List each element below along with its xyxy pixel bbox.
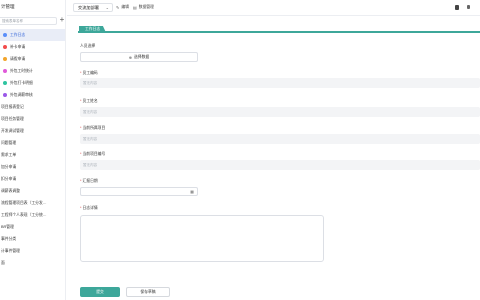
sidebar-item[interactable]: 补卡申请 <box>0 41 65 53</box>
form-dot-icon <box>3 57 7 61</box>
project-placeholder: 暂无内容 <box>83 137 97 141</box>
employee-no-placeholder: 暂无内容 <box>83 81 97 85</box>
sidebar-item-label: 面 <box>1 260 5 265</box>
choose-person-label: 人员选择 <box>80 44 96 48</box>
form-dot-icon <box>3 93 7 97</box>
sidebar-item[interactable]: 项目任务管理 <box>0 113 65 125</box>
sidebar-item-label: 外包工时统计 <box>10 68 33 73</box>
sidebar-item[interactable]: 计事件管理 <box>0 245 65 257</box>
sidebar-item-label: BR管理 <box>1 224 14 229</box>
calendar-icon: ▦ <box>190 189 194 194</box>
sidebar-item-label: 加分申请 <box>1 164 17 169</box>
log-detail-label: *日志详情 <box>80 206 98 210</box>
sidebar-item[interactable]: 问题管理 <box>0 137 65 149</box>
data-manage-button[interactable]: ▤ 数据管理 <box>133 4 154 11</box>
log-detail-textarea[interactable] <box>80 215 324 262</box>
sidebar-item[interactable]: 加分申请 <box>0 161 65 173</box>
save-draft-button[interactable]: 保存草稿 <box>126 287 170 297</box>
sidebar-item[interactable]: 需求工单 <box>0 149 65 161</box>
submit-button[interactable]: 提交 <box>80 287 120 297</box>
sidebar-item[interactable]: 事件分类 <box>0 233 65 245</box>
data-icon: ▤ <box>133 5 137 10</box>
sidebar-item-label: 外包调薪审核 <box>10 92 33 97</box>
sidebar-item[interactable]: 扣分申请 <box>0 173 65 185</box>
employee-no-label: *员工编码 <box>80 71 98 75</box>
sidebar-item[interactable]: 开发调试管理 <box>0 125 65 137</box>
sidebar-item-label: 需求工单 <box>1 152 17 157</box>
form-dot-icon <box>3 81 7 85</box>
doc-icon[interactable] <box>454 4 459 10</box>
employee-name-label: *员工姓名 <box>80 99 98 103</box>
form-dot-icon <box>3 45 7 49</box>
app-select[interactable]: 交流加部署 ⌄ <box>73 3 113 12</box>
search-placeholder: 搜索表单名称 <box>2 19 23 23</box>
project-no-field[interactable]: 暂无内容 <box>80 160 480 170</box>
form-tab-strip: 工作日志 <box>78 25 480 33</box>
form-dot-icon <box>3 33 7 37</box>
edit-button[interactable]: ✎ 编辑 <box>116 4 129 11</box>
sidebar-item-label: 项目任务管理 <box>1 116 24 121</box>
report-date-label: *汇报日期 <box>80 179 98 183</box>
sidebar-item[interactable]: 工作日志 <box>0 29 65 41</box>
report-date-field[interactable]: ▦ <box>80 187 198 196</box>
form-tab-label[interactable]: 工作日志 <box>79 26 107 33</box>
project-label: *当前所属项目 <box>80 126 106 130</box>
sidebar-item[interactable]: 面 <box>0 257 65 269</box>
sidebar: 计管理 搜索表单名称 + 工作日志补卡申请请假申请外包工时统计 外包打卡明细 外包调… <box>0 0 66 300</box>
employee-name-field[interactable]: 暂无内容 <box>80 107 480 117</box>
add-icon: ⊕ <box>128 55 132 60</box>
app-title: 计管理 <box>1 4 15 9</box>
project-field[interactable]: 暂无内容 <box>80 134 480 144</box>
data-manage-label: 数据管理 <box>138 5 154 9</box>
form-dot-icon <box>3 69 7 73</box>
sidebar-item-label: 请假申请 <box>10 56 26 61</box>
sidebar-item[interactable]: 外包工时统计 <box>0 65 65 77</box>
project-no-label: *当前项目编号 <box>80 152 106 156</box>
sidebar-item-label: 工程师个人表现（工分统… <box>1 212 47 217</box>
choose-data-label: 选择数据 <box>134 54 150 59</box>
sidebar-item-label: 问题管理 <box>1 140 17 145</box>
project-no-placeholder: 暂无内容 <box>83 163 97 167</box>
sidebar-item-label: 计事件管理 <box>1 248 20 253</box>
chevron-down-icon: ⌄ <box>105 5 109 10</box>
sidebar-item-label: 开发调试管理 <box>1 128 24 133</box>
sidebar-item-label: 外包打卡明细 <box>10 80 33 85</box>
sidebar-item[interactable]: 调薪表调整 <box>0 185 65 197</box>
edit-icon: ✎ <box>116 5 120 10</box>
sidebar-item-label: 项目报表登记 <box>1 104 24 109</box>
add-form-button[interactable]: + <box>59 16 65 24</box>
sidebar-list: 工作日志补卡申请请假申请外包工时统计 外包打卡明细 外包调薪审核项目报表登记 项目任务… <box>0 29 65 269</box>
sidebar-item[interactable]: BR管理 <box>0 221 65 233</box>
sidebar-item-label: 补卡申请 <box>10 44 26 49</box>
choose-data-button[interactable]: ⊕ 选择数据 <box>80 52 198 62</box>
sidebar-item[interactable]: 外包打卡明细 <box>0 77 65 89</box>
form-area: 工作日志 人员选择 ⊕ 选择数据 *员工编码 暂无内容 *员工姓名 暂无内容 *… <box>78 20 480 300</box>
sidebar-item[interactable]: 流程管理项目表（工分发… <box>0 197 65 209</box>
sidebar-item-label: 工作日志 <box>10 32 26 37</box>
sidebar-item[interactable]: 外包调薪审核 <box>0 89 65 101</box>
employee-name-placeholder: 暂无内容 <box>83 110 97 114</box>
sidebar-item-label: 流程管理项目表（工分发… <box>1 200 47 205</box>
sidebar-item[interactable]: 请假申请 <box>0 53 65 65</box>
edit-label: 编辑 <box>121 5 129 9</box>
sidebar-item-label: 事件分类 <box>1 236 17 241</box>
share-icon[interactable] <box>466 4 471 10</box>
employee-no-field[interactable]: 暂无内容 <box>80 78 480 88</box>
sidebar-item[interactable]: 项目报表登记 <box>0 101 65 113</box>
topbar: 交流加部署 ⌄ ✎ 编辑 ▤ 数据管理 <box>67 0 480 16</box>
app-select-value: 交流加部署 <box>78 4 99 10</box>
sidebar-item-label: 调薪表调整 <box>1 188 20 193</box>
search-input[interactable]: 搜索表单名称 <box>0 17 57 25</box>
sidebar-item[interactable]: 工程师个人表现（工分统… <box>0 209 65 221</box>
sidebar-item-label: 扣分申请 <box>1 176 17 181</box>
